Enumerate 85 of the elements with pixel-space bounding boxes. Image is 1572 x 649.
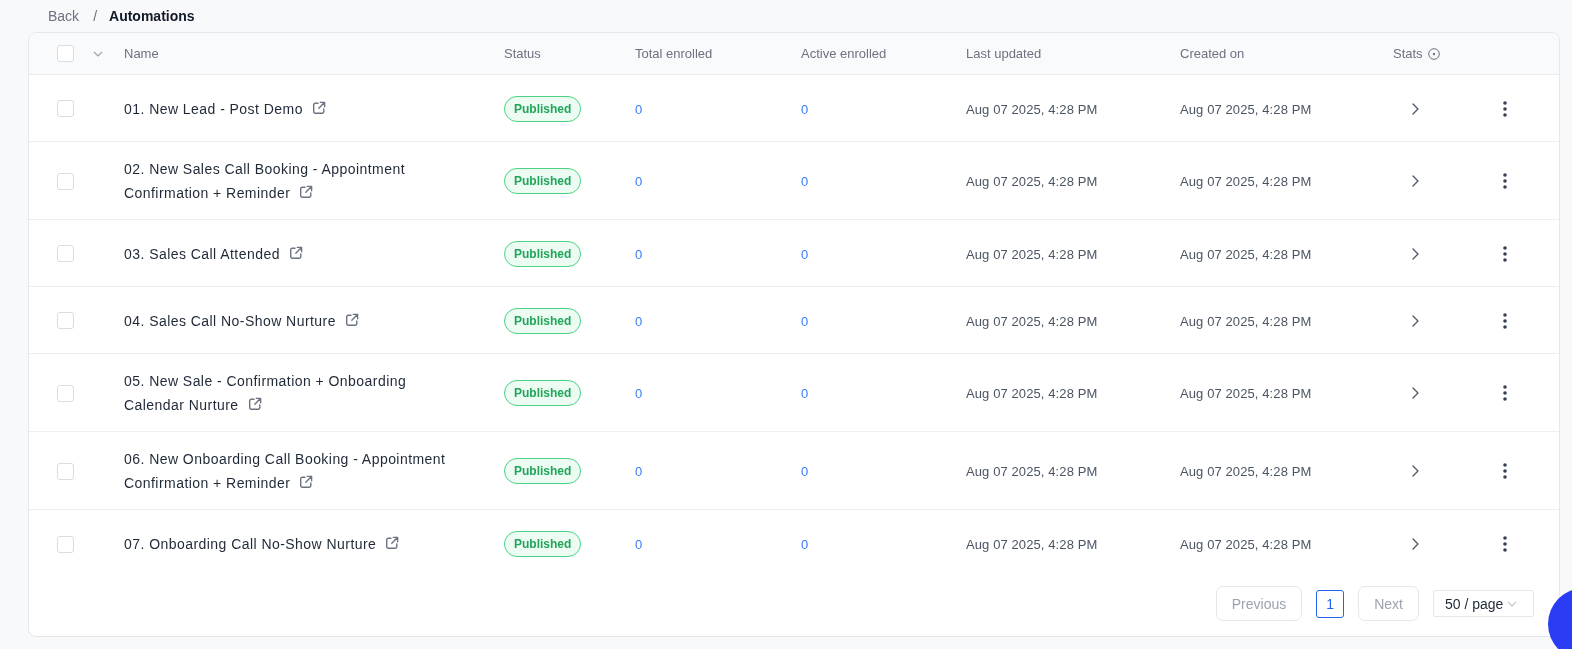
total-enrolled-link[interactable]: 0 bbox=[635, 537, 643, 552]
kebab-menu-icon[interactable] bbox=[1503, 536, 1507, 552]
row-checkbox[interactable] bbox=[57, 312, 74, 329]
chevron-right-icon[interactable] bbox=[1412, 175, 1419, 187]
status-badge: Published bbox=[504, 531, 582, 557]
page-title: Automations bbox=[109, 8, 195, 24]
created-on-date: Aug 07 2025, 4:28 PM bbox=[1180, 464, 1312, 479]
active-enrolled-link[interactable]: 0 bbox=[801, 537, 809, 552]
last-updated-date: Aug 07 2025, 4:28 PM bbox=[966, 313, 1098, 329]
column-header: Active enrolled bbox=[801, 46, 887, 61]
row-checkbox[interactable] bbox=[57, 245, 74, 262]
row-checkbox[interactable] bbox=[57, 100, 74, 117]
kebab-menu-icon[interactable] bbox=[1503, 100, 1507, 117]
active-enrolled-link[interactable]: 0 bbox=[801, 246, 809, 262]
last-updated-date: Aug 07 2025, 4:28 PM bbox=[966, 464, 1098, 479]
last-updated-date: Aug 07 2025, 4:28 PM bbox=[966, 537, 1098, 552]
created-on-date: Aug 07 2025, 4:28 PM bbox=[1180, 174, 1312, 189]
external-link-icon[interactable] bbox=[288, 245, 303, 260]
column-header: Created on bbox=[1180, 46, 1245, 61]
external-link-icon[interactable] bbox=[311, 100, 326, 115]
row-checkbox[interactable] bbox=[57, 462, 74, 480]
active-enrolled-link[interactable]: 0 bbox=[801, 174, 809, 189]
kebab-menu-icon[interactable] bbox=[1503, 463, 1507, 479]
external-link-icon[interactable] bbox=[344, 312, 359, 327]
automation-name-link[interactable]: 07. Onboarding Call No-Show Nurture bbox=[124, 532, 400, 556]
page-size-select[interactable]: 50 / page bbox=[1433, 590, 1534, 617]
created-on-date: Aug 07 2025, 4:28 PM bbox=[1180, 101, 1312, 117]
status-badge: Published bbox=[504, 380, 582, 406]
back-link[interactable]: Back bbox=[48, 8, 80, 24]
kebab-menu-icon[interactable] bbox=[1503, 312, 1507, 329]
created-on-date: Aug 07 2025, 4:28 PM bbox=[1180, 537, 1312, 552]
created-on-date: Aug 07 2025, 4:28 PM bbox=[1180, 386, 1312, 401]
last-updated-date: Aug 07 2025, 4:28 PM bbox=[966, 101, 1098, 117]
chevron-right-icon[interactable] bbox=[1412, 247, 1419, 260]
select-all-checkbox[interactable] bbox=[57, 45, 74, 62]
chevron-right-icon[interactable] bbox=[1412, 102, 1419, 115]
total-enrolled-link[interactable]: 0 bbox=[635, 386, 643, 401]
status-badge: Published bbox=[504, 458, 582, 484]
status-badge: Published bbox=[504, 240, 582, 267]
total-enrolled-link[interactable]: 0 bbox=[635, 101, 643, 117]
kebab-menu-icon[interactable] bbox=[1503, 173, 1507, 189]
total-enrolled-link[interactable]: 0 bbox=[635, 174, 643, 189]
column-header: Status bbox=[504, 46, 541, 61]
automation-name-link[interactable]: 06. New Onboarding Call Booking - Appointment Confirmation + Reminder bbox=[124, 447, 460, 495]
column-header: Last updated bbox=[966, 46, 1042, 61]
status-badge: Published bbox=[504, 95, 582, 122]
row-checkbox[interactable] bbox=[57, 535, 74, 553]
column-header: Name bbox=[124, 46, 159, 61]
kebab-menu-icon[interactable] bbox=[1503, 245, 1507, 262]
caret-down-icon bbox=[1507, 600, 1518, 607]
automation-name-link[interactable]: 05. New Sale - Confirmation + Onboarding Calendar Nurture bbox=[124, 369, 460, 417]
column-header: Total enrolled bbox=[635, 46, 713, 61]
status-badge: Published bbox=[504, 307, 582, 334]
active-enrolled-link[interactable]: 0 bbox=[801, 313, 809, 329]
active-enrolled-link[interactable]: 0 bbox=[801, 464, 809, 479]
info-icon[interactable] bbox=[1427, 47, 1440, 60]
chevron-right-icon[interactable] bbox=[1412, 538, 1419, 550]
created-on-date: Aug 07 2025, 4:28 PM bbox=[1180, 246, 1312, 262]
column-header: Stats bbox=[1393, 46, 1423, 61]
total-enrolled-link[interactable]: 0 bbox=[635, 464, 643, 479]
breadcrumb-separator: / bbox=[93, 8, 97, 24]
total-enrolled-link[interactable]: 0 bbox=[635, 246, 643, 262]
last-updated-date: Aug 07 2025, 4:28 PM bbox=[966, 174, 1098, 189]
automation-name-link[interactable]: 01. New Lead - Post Demo bbox=[124, 96, 326, 121]
chevron-right-icon[interactable] bbox=[1412, 465, 1419, 477]
active-enrolled-link[interactable]: 0 bbox=[801, 386, 809, 401]
external-link-icon[interactable] bbox=[247, 397, 262, 411]
kebab-menu-icon[interactable] bbox=[1503, 385, 1507, 401]
status-badge: Published bbox=[504, 168, 582, 194]
external-link-icon[interactable] bbox=[299, 475, 314, 489]
page-number-button[interactable]: 1 bbox=[1316, 589, 1345, 618]
external-link-icon[interactable] bbox=[385, 536, 400, 550]
last-updated-date: Aug 07 2025, 4:28 PM bbox=[966, 386, 1098, 401]
total-enrolled-link[interactable]: 0 bbox=[635, 313, 643, 329]
chevron-right-icon[interactable] bbox=[1412, 314, 1419, 327]
row-checkbox[interactable] bbox=[57, 172, 74, 190]
automation-name-link[interactable]: 02. New Sales Call Booking - Appointment Confirmation + Reminder bbox=[124, 157, 460, 205]
created-on-date: Aug 07 2025, 4:28 PM bbox=[1180, 313, 1312, 329]
automation-name-link[interactable]: 04. Sales Call No-Show Nurture bbox=[124, 308, 359, 333]
automation-name-link[interactable]: 03. Sales Call Attended bbox=[124, 241, 303, 266]
last-updated-date: Aug 07 2025, 4:28 PM bbox=[966, 246, 1098, 262]
row-checkbox[interactable] bbox=[57, 384, 74, 402]
external-link-icon[interactable] bbox=[299, 185, 314, 199]
chevron-right-icon[interactable] bbox=[1412, 387, 1419, 399]
active-enrolled-link[interactable]: 0 bbox=[801, 101, 809, 117]
